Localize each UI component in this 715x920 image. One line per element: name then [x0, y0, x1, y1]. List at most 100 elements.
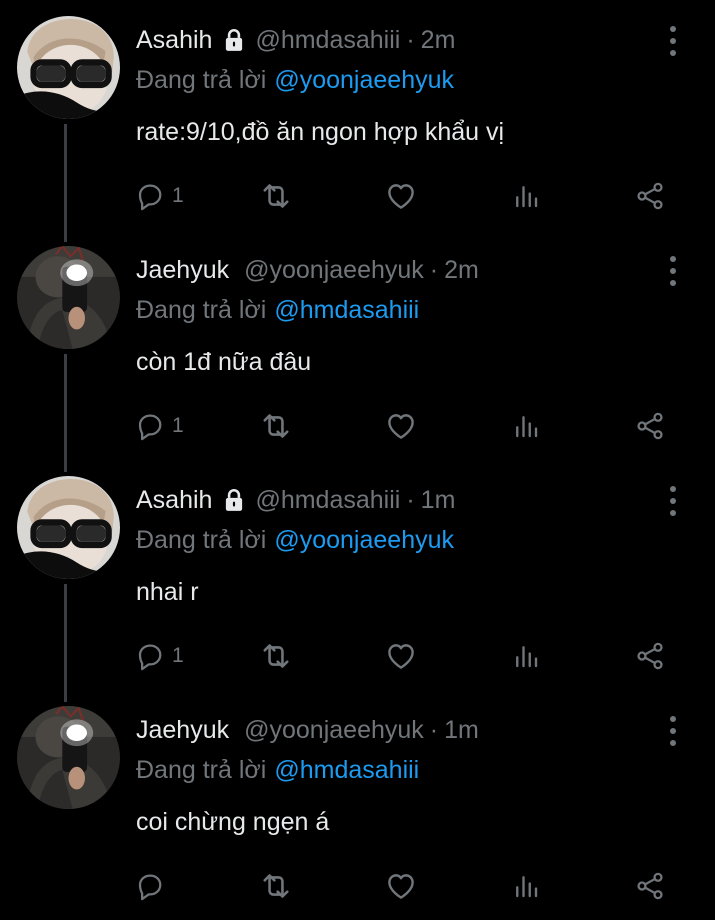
- bar-chart-icon: [511, 641, 541, 671]
- tweet[interactable]: Jaehyuk @yoonjaeehyuk · 2m Đang trả lời @…: [0, 230, 715, 460]
- tweet-text: rate:9/10,đồ ăn ngon hợp khẩu vị: [136, 118, 505, 146]
- tweet-actions: [0, 866, 715, 906]
- retweet-button[interactable]: [258, 866, 294, 906]
- avatar[interactable]: [17, 246, 120, 349]
- username-handle[interactable]: @hmdasahiii: [255, 486, 400, 515]
- separator-dot: ·: [406, 25, 415, 54]
- views-button[interactable]: [511, 176, 541, 216]
- views-button[interactable]: [511, 406, 541, 446]
- tweet-header: Jaehyuk @yoonjaeehyuk · 2m: [136, 254, 479, 286]
- reply-icon: [134, 410, 166, 442]
- timestamp[interactable]: 1m: [421, 486, 456, 515]
- avatar[interactable]: [17, 706, 120, 809]
- like-button[interactable]: [384, 406, 418, 446]
- share-button[interactable]: [634, 636, 666, 676]
- tweet-header: Asahih @hmdasahiii · 2m: [136, 24, 455, 56]
- retweet-button[interactable]: [258, 176, 294, 216]
- retweet-icon: [258, 638, 294, 674]
- heart-icon: [384, 639, 418, 673]
- thread-connector-line: [64, 230, 67, 242]
- share-button[interactable]: [634, 406, 666, 446]
- avatar-image: [17, 16, 120, 119]
- avatar[interactable]: [17, 476, 120, 579]
- share-icon: [634, 410, 666, 442]
- bar-chart-icon: [511, 411, 541, 441]
- thread-connector-line: [64, 460, 67, 472]
- reply-button[interactable]: 1: [134, 176, 184, 216]
- retweet-icon: [258, 178, 294, 214]
- share-button[interactable]: [634, 176, 666, 216]
- lock-icon: [221, 27, 247, 53]
- timestamp[interactable]: 1m: [444, 716, 479, 745]
- reply-count: 1: [172, 644, 184, 667]
- views-button[interactable]: [511, 866, 541, 906]
- replying-to-handle[interactable]: @hmdasahiii: [274, 296, 419, 324]
- separator-dot: ·: [429, 715, 439, 744]
- tweet[interactable]: Jaehyuk @yoonjaeehyuk · 1m Đang trả lời @…: [0, 690, 715, 920]
- tweet-actions: 1: [0, 406, 715, 446]
- like-button[interactable]: [384, 636, 418, 676]
- reply-icon: [134, 870, 166, 902]
- more-options-icon[interactable]: [663, 486, 683, 516]
- replying-to-label: Đang trả lời: [136, 296, 267, 324]
- tweet-actions: 1: [0, 176, 715, 216]
- replying-to-handle[interactable]: @yoonjaeehyuk: [274, 66, 454, 94]
- avatar-image: [17, 706, 120, 809]
- more-options-icon[interactable]: [663, 26, 683, 56]
- separator-dot: ·: [406, 485, 415, 514]
- reply-button[interactable]: 1: [134, 406, 184, 446]
- more-options-icon[interactable]: [663, 716, 683, 746]
- replying-to-label: Đang trả lời: [136, 66, 267, 94]
- tweet[interactable]: Asahih @hmdasahiii · 1m Đang trả lời @yoo…: [0, 460, 715, 690]
- views-button[interactable]: [511, 636, 541, 676]
- replying-to-label: Đang trả lời: [136, 756, 267, 784]
- reply-icon: [134, 640, 166, 672]
- reply-button[interactable]: [134, 866, 172, 906]
- tweet-header: Asahih @hmdasahiii · 1m: [136, 484, 455, 516]
- username-handle[interactable]: @yoonjaeehyuk: [244, 716, 424, 745]
- display-name[interactable]: Asahih: [136, 486, 212, 515]
- replying-to-handle[interactable]: @yoonjaeehyuk: [274, 526, 454, 554]
- replying-to-handle[interactable]: @hmdasahiii: [274, 756, 419, 784]
- thread-connector-line: [64, 690, 67, 702]
- reply-button[interactable]: 1: [134, 636, 184, 676]
- tweet-text: còn 1đ nữa đâu: [136, 348, 312, 376]
- tweet-text: coi chừng ngẹn á: [136, 808, 330, 836]
- share-button[interactable]: [634, 866, 666, 906]
- replying-to: Đang trả lời @yoonjaeehyuk: [136, 526, 454, 555]
- display-name[interactable]: Jaehyuk: [136, 256, 229, 285]
- display-name[interactable]: Jaehyuk: [136, 716, 229, 745]
- timestamp[interactable]: 2m: [444, 256, 479, 285]
- retweet-button[interactable]: [258, 406, 294, 446]
- avatar[interactable]: [17, 16, 120, 119]
- replying-to-label: Đang trả lời: [136, 526, 267, 554]
- timestamp[interactable]: 2m: [421, 26, 456, 55]
- reply-count: 1: [172, 414, 184, 437]
- bar-chart-icon: [511, 181, 541, 211]
- username-handle[interactable]: @yoonjaeehyuk: [244, 256, 424, 285]
- username-handle[interactable]: @hmdasahiii: [255, 26, 400, 55]
- avatar-image: [17, 246, 120, 349]
- avatar-image: [17, 476, 120, 579]
- share-icon: [634, 180, 666, 212]
- more-options-icon[interactable]: [663, 256, 683, 286]
- heart-icon: [384, 409, 418, 443]
- tweet[interactable]: Asahih @hmdasahiii · 2m Đang trả lời @yoo…: [0, 0, 715, 230]
- reply-icon: [134, 180, 166, 212]
- tweet-text: nhai r: [136, 578, 199, 606]
- heart-icon: [384, 179, 418, 213]
- like-button[interactable]: [384, 176, 418, 216]
- reply-thread: Asahih @hmdasahiii · 2m Đang trả lời @yoo…: [0, 0, 715, 920]
- display-name[interactable]: Asahih: [136, 26, 212, 55]
- replying-to: Đang trả lời @hmdasahiii: [136, 296, 419, 325]
- reply-count: 1: [172, 184, 184, 207]
- separator-dot: ·: [429, 255, 439, 284]
- tweet-actions: 1: [0, 636, 715, 676]
- replying-to: Đang trả lời @hmdasahiii: [136, 756, 419, 785]
- retweet-icon: [258, 408, 294, 444]
- retweet-icon: [258, 868, 294, 904]
- like-button[interactable]: [384, 866, 418, 906]
- retweet-button[interactable]: [258, 636, 294, 676]
- share-icon: [634, 640, 666, 672]
- share-icon: [634, 870, 666, 902]
